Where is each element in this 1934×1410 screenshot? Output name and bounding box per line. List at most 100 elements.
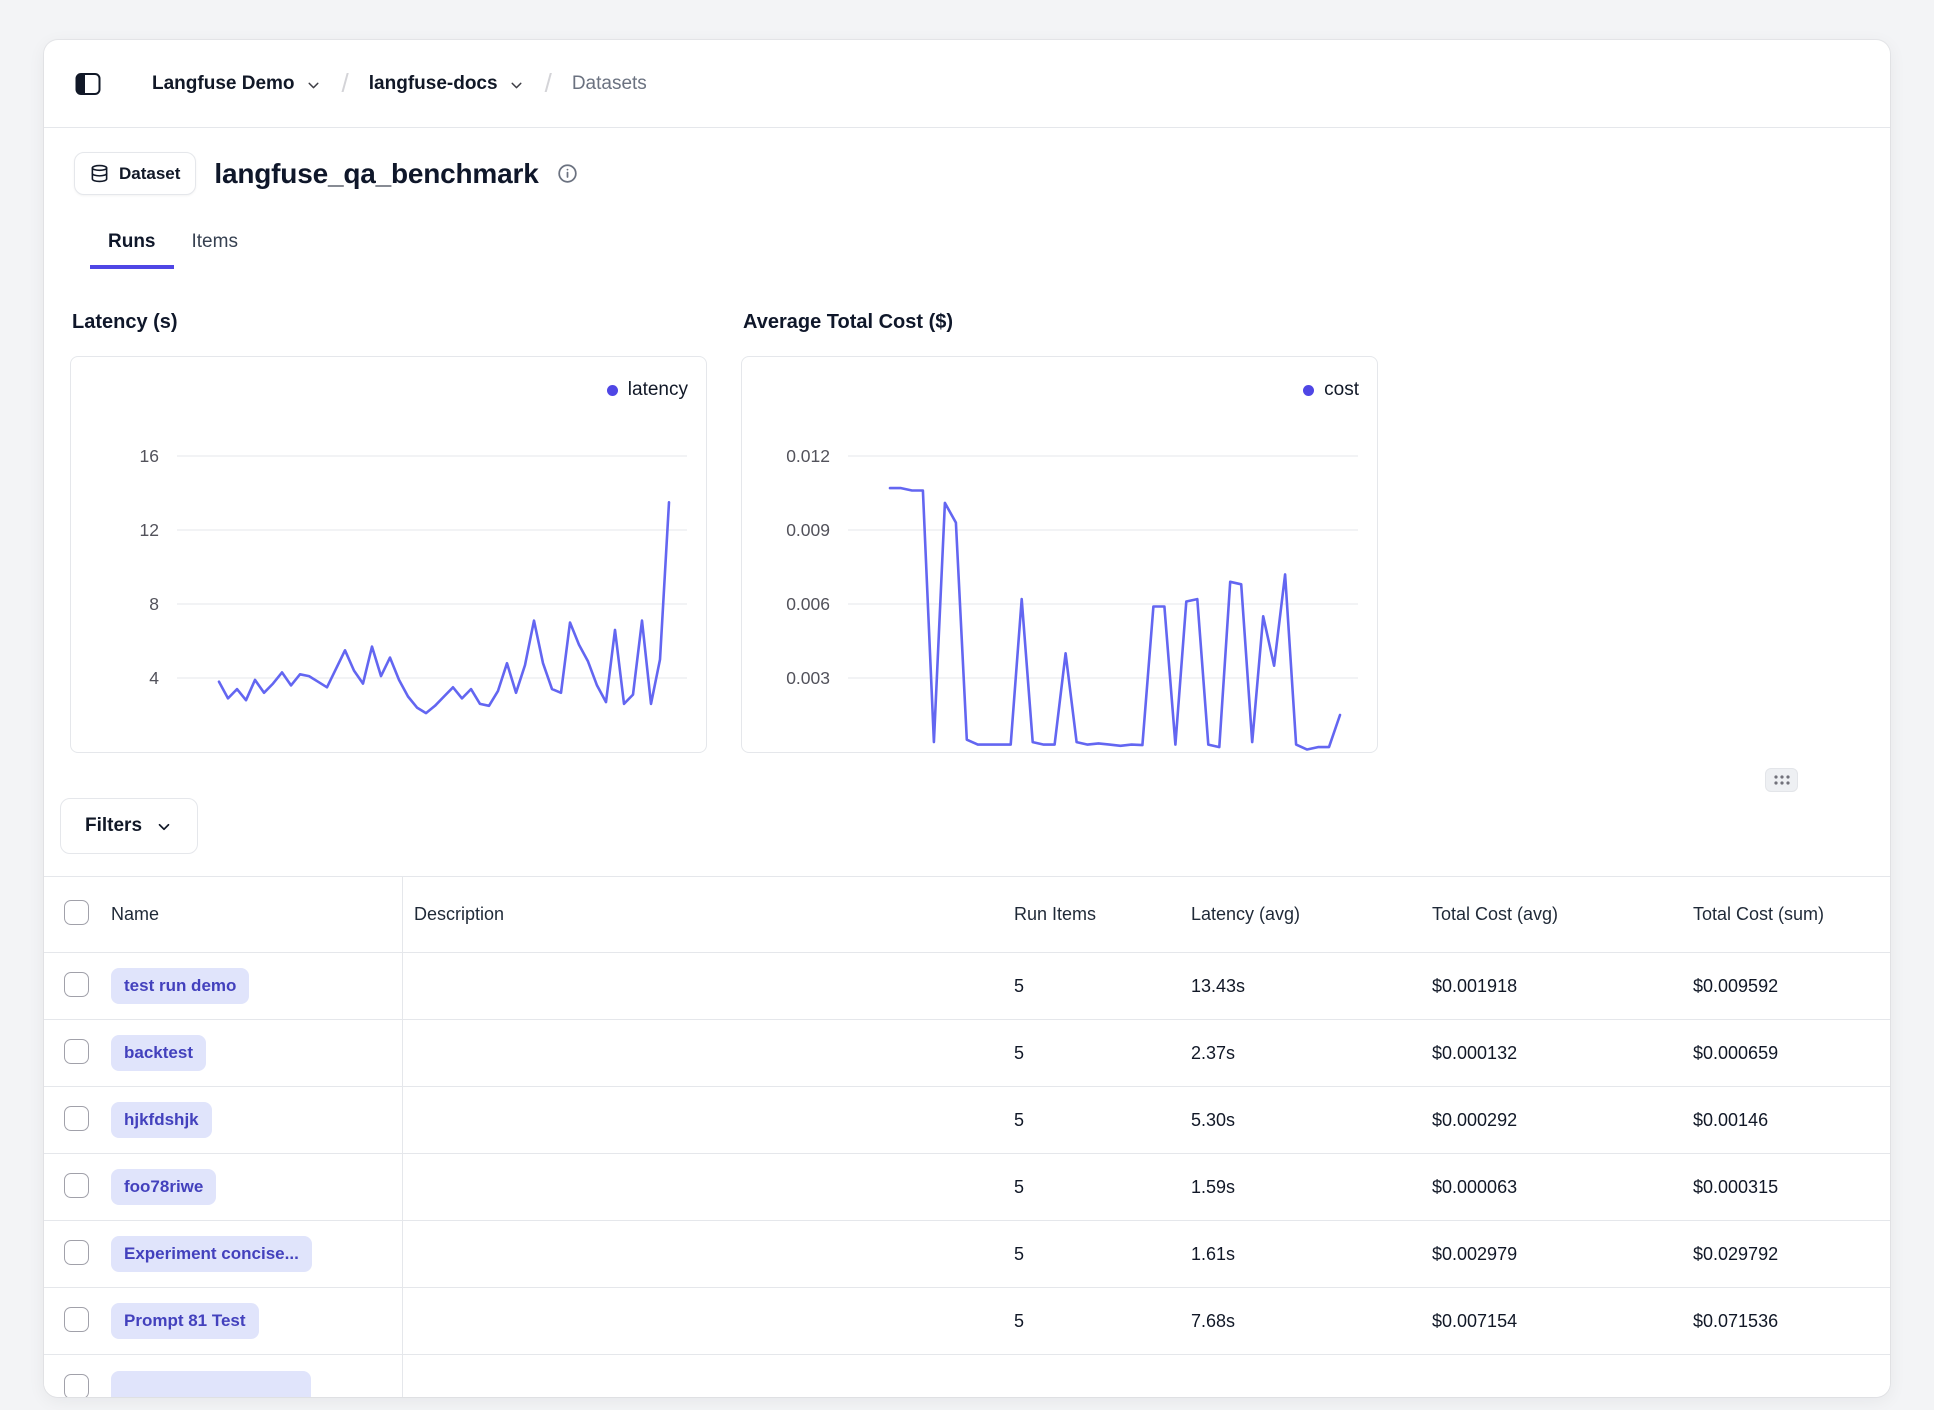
- latency-line-chart: 4 8 12 16: [71, 357, 708, 754]
- svg-text:12: 12: [140, 520, 159, 540]
- dataset-title-row: Dataset langfuse_qa_benchmark: [74, 152, 1860, 195]
- row-checkbox[interactable]: [64, 1307, 89, 1332]
- info-button[interactable]: [557, 163, 578, 184]
- svg-text:0.009: 0.009: [786, 520, 830, 540]
- breadcrumb-org-selector[interactable]: Langfuse Demo: [152, 73, 322, 95]
- breadcrumb-separator: /: [545, 68, 552, 99]
- run-name-cell: Prompt 81 Test: [88, 1288, 403, 1354]
- filters-row: Filters: [44, 798, 1890, 854]
- column-header-latency-avg: Latency (avg): [1180, 904, 1421, 925]
- table-row: [44, 1355, 1890, 1397]
- page-background: { "colors": { "accent": "#4f46e5", "line…: [0, 0, 1934, 1410]
- run-name-badge[interactable]: Prompt 81 Test: [111, 1303, 259, 1339]
- legend-dot-icon: [607, 385, 618, 396]
- total-cost-avg-cell: $0.000063: [1421, 1177, 1682, 1198]
- header-checkbox-cell: [44, 900, 88, 929]
- tab-runs[interactable]: Runs: [90, 219, 174, 269]
- column-header-total-cost-sum: Total Cost (sum): [1682, 904, 1890, 925]
- total-cost-sum-cell: $0.00146: [1682, 1110, 1890, 1131]
- total-cost-sum-cell: $0.071536: [1682, 1311, 1890, 1332]
- latency-chart: 4 8 12 16 latency: [70, 356, 707, 753]
- column-header-run-items: Run Items: [1003, 904, 1180, 925]
- select-all-checkbox[interactable]: [64, 900, 89, 925]
- legend-label: cost: [1324, 379, 1359, 401]
- cost-line-chart: 0.0030.0060.0090.012: [742, 357, 1379, 754]
- cost-chart-block: Average Total Cost ($) 0.0030.0060.0090.…: [741, 311, 1378, 753]
- breadcrumb-org-label: Langfuse Demo: [152, 73, 295, 95]
- sidebar-toggle-button[interactable]: [74, 70, 102, 98]
- tab-items[interactable]: Items: [174, 219, 256, 269]
- run-name-cell: test run demo: [88, 953, 403, 1019]
- grip-row: [44, 768, 1890, 792]
- latency-avg-cell: 13.43s: [1180, 976, 1421, 997]
- legend-label: latency: [628, 379, 688, 401]
- database-icon: [90, 164, 109, 183]
- drag-handle[interactable]: [1765, 768, 1798, 792]
- breadcrumb: Langfuse Demo / langfuse-docs / Datasets: [152, 68, 647, 99]
- run-name-badge[interactable]: Experiment concise...: [111, 1236, 312, 1272]
- row-checkbox[interactable]: [64, 1173, 89, 1198]
- breadcrumb-page-datasets[interactable]: Datasets: [572, 73, 647, 95]
- run-items-cell: 5: [1003, 1177, 1180, 1198]
- svg-text:16: 16: [140, 446, 159, 466]
- total-cost-sum-cell: $0.029792: [1682, 1244, 1890, 1265]
- table-row: backtest52.37s$0.000132$0.000659: [44, 1020, 1890, 1087]
- svg-text:4: 4: [149, 668, 159, 688]
- latency-avg-cell: 2.37s: [1180, 1043, 1421, 1064]
- breadcrumb-project-label: langfuse-docs: [369, 73, 498, 95]
- row-checkbox-cell: [44, 1374, 88, 1397]
- chevron-down-icon: [155, 818, 173, 836]
- row-checkbox[interactable]: [64, 1240, 89, 1265]
- run-items-cell: 5: [1003, 1043, 1180, 1064]
- row-checkbox-cell: [44, 972, 88, 1001]
- total-cost-avg-cell: $0.000132: [1421, 1043, 1682, 1064]
- row-checkbox-cell: [44, 1173, 88, 1202]
- latency-avg-cell: 1.61s: [1180, 1244, 1421, 1265]
- run-name-cell: Experiment concise...: [88, 1221, 403, 1287]
- column-header-description: Description: [403, 904, 1003, 925]
- page-title: langfuse_qa_benchmark: [214, 158, 538, 190]
- run-name-badge[interactable]: backtest: [111, 1035, 206, 1071]
- chevron-down-icon: [305, 77, 322, 94]
- row-checkbox[interactable]: [64, 1039, 89, 1064]
- table-header-row: Name Description Run Items Latency (avg)…: [44, 877, 1890, 953]
- grip-dots-icon: [1772, 773, 1792, 787]
- run-name-badge[interactable]: hjkfdshjk: [111, 1102, 212, 1138]
- app-window: Langfuse Demo / langfuse-docs / Datasets…: [44, 40, 1890, 1397]
- dataset-type-badge: Dataset: [74, 152, 196, 195]
- latency-avg-cell: 1.59s: [1180, 1177, 1421, 1198]
- info-icon: [557, 163, 578, 184]
- run-name-cell: hjkfdshjk: [88, 1087, 403, 1153]
- run-items-cell: 5: [1003, 976, 1180, 997]
- svg-text:8: 8: [149, 594, 159, 614]
- row-checkbox[interactable]: [64, 1374, 89, 1397]
- table-body: test run demo513.43s$0.001918$0.009592ba…: [44, 953, 1890, 1397]
- run-name-badge[interactable]: [111, 1371, 311, 1397]
- latency-avg-cell: 7.68s: [1180, 1311, 1421, 1332]
- run-items-cell: 5: [1003, 1244, 1180, 1265]
- run-items-cell: 5: [1003, 1110, 1180, 1131]
- cost-chart: 0.0030.0060.0090.012 cost: [741, 356, 1378, 753]
- run-name-cell: [88, 1355, 403, 1397]
- total-cost-sum-cell: $0.009592: [1682, 976, 1890, 997]
- chevron-down-icon: [508, 77, 525, 94]
- latency-chart-block: Latency (s) 481216 latency: [70, 311, 707, 753]
- filters-button[interactable]: Filters: [60, 798, 198, 854]
- total-cost-avg-cell: $0.007154: [1421, 1311, 1682, 1332]
- row-checkbox[interactable]: [64, 972, 89, 997]
- run-name-cell: backtest: [88, 1020, 403, 1086]
- breadcrumb-project-selector[interactable]: langfuse-docs: [369, 73, 525, 95]
- run-items-cell: 5: [1003, 1311, 1180, 1332]
- run-name-badge[interactable]: test run demo: [111, 968, 249, 1004]
- table-row: Prompt 81 Test 57.68s$0.007154$0.071536: [44, 1288, 1890, 1355]
- cost-chart-legend: cost: [1303, 379, 1359, 401]
- legend-dot-icon: [1303, 385, 1314, 396]
- sidebar-panel-icon: [74, 70, 102, 98]
- run-name-badge[interactable]: foo78riwe: [111, 1169, 216, 1205]
- dataset-badge-label: Dataset: [119, 164, 180, 184]
- charts-section: Latency (s) 481216 latency Average Total…: [44, 311, 1890, 753]
- breadcrumb-separator: /: [342, 68, 349, 99]
- latency-avg-cell: 5.30s: [1180, 1110, 1421, 1131]
- row-checkbox[interactable]: [64, 1106, 89, 1131]
- latency-chart-legend: latency: [607, 379, 688, 401]
